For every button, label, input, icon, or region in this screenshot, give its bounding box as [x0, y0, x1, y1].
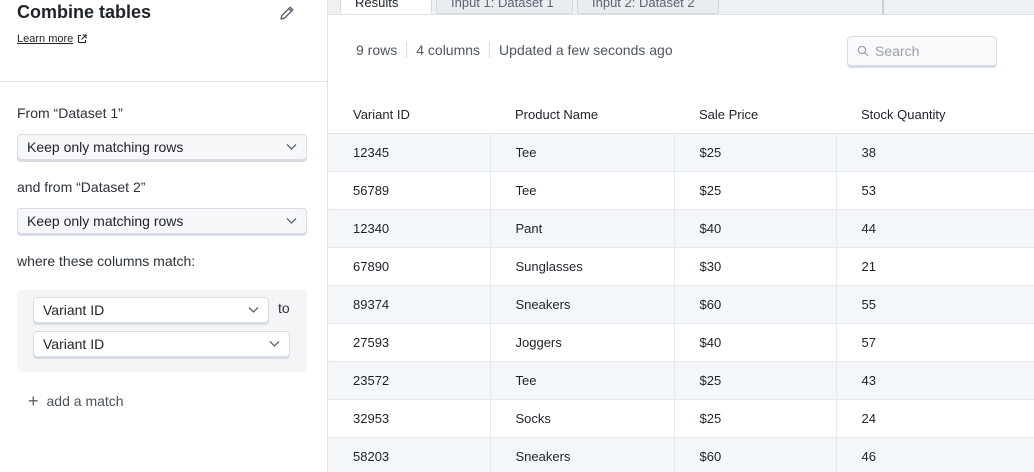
dataset-1-join-select[interactable]: Keep only matching rows: [17, 134, 307, 160]
table-cell: 89374: [328, 285, 490, 324]
table-cell: $40: [673, 323, 836, 362]
chevron-down-icon: [269, 341, 280, 347]
right-match-column-select[interactable]: Variant ID: [33, 331, 290, 357]
learn-more-link[interactable]: Learn more: [17, 33, 87, 45]
table-cell: 38: [835, 133, 1034, 172]
column-header[interactable]: Sale Price: [674, 96, 836, 134]
external-link-icon: [78, 34, 87, 44]
table-cell: 44: [835, 209, 1034, 248]
table-row: 56789 Tee $25 53: [328, 171, 1034, 210]
panel-header: Combine tables Learn more: [0, 0, 327, 82]
table-cell: 46: [835, 437, 1034, 472]
search-input[interactable]: [875, 43, 985, 59]
match-to-label: to: [278, 300, 290, 316]
updated-status: Updated a few seconds ago: [499, 42, 673, 58]
table-cell: Joggers: [489, 323, 674, 362]
table-row: 12340 Pant $40 44: [328, 209, 1034, 248]
table-cell: 23572: [328, 361, 490, 400]
learn-more-label: Learn more: [17, 33, 74, 45]
column-header[interactable]: Stock Quantity: [836, 96, 1034, 134]
table-cell: $40: [673, 209, 836, 248]
table-cell: 58203: [328, 437, 490, 472]
table-row: 58203 Sneakers $60 46: [328, 437, 1034, 472]
table-cell: $25: [673, 361, 836, 400]
add-match-label: add a match: [46, 393, 124, 409]
chevron-down-icon: [286, 144, 297, 150]
chevron-down-icon: [248, 307, 259, 313]
results-panel: Results Input 1: Dataset 1 Input 2: Data…: [328, 0, 1034, 472]
table-cell: $25: [673, 399, 836, 438]
from-dataset-2-label: and from “Dataset 2”: [17, 179, 146, 195]
table-cell: 27593: [328, 323, 490, 362]
search-icon: [857, 45, 869, 57]
table-cell: Tee: [489, 171, 674, 210]
table-row: 27593 Joggers $40 57: [328, 323, 1034, 362]
table-cell: 56789: [328, 171, 490, 210]
table-cell: 53: [835, 171, 1034, 210]
pencil-icon[interactable]: [278, 4, 296, 22]
tab-input-2-label: Input 2: Dataset 2: [592, 0, 695, 10]
chevron-down-icon: [286, 218, 297, 224]
panel-title: Combine tables: [17, 2, 152, 22]
tab-input-1[interactable]: Input 1: Dataset 1: [436, 0, 573, 14]
table-cell: Sunglasses: [489, 247, 674, 286]
table-cell: Tee: [489, 133, 674, 172]
tab-results-label: Results: [355, 0, 399, 10]
table-cell: $25: [673, 171, 836, 210]
table-cell: 12345: [328, 133, 490, 172]
table-cell: 12340: [328, 209, 490, 248]
table-cell: $60: [673, 285, 836, 324]
add-match-button[interactable]: + add a match: [28, 391, 124, 411]
tab-input-1-label: Input 1: Dataset 1: [451, 0, 554, 10]
table-cell: 32953: [328, 399, 490, 438]
table-cell: $60: [673, 437, 836, 472]
dataset-1-join-value: Keep only matching rows: [27, 139, 184, 155]
table-cell: 57: [835, 323, 1034, 362]
table-cell: 43: [835, 361, 1034, 400]
table-cell: Sneakers: [489, 285, 674, 324]
table-cell: Socks: [489, 399, 674, 438]
dataset-2-join-select[interactable]: Keep only matching rows: [17, 208, 307, 234]
tab-divider: [882, 0, 884, 15]
divider: [489, 42, 491, 58]
column-count: 4 columns: [416, 42, 481, 58]
table-cell: 24: [835, 399, 1034, 438]
left-match-column-select[interactable]: Variant ID: [33, 297, 269, 323]
table-header-row: Variant ID Product Name Sale Price Stock…: [328, 96, 1034, 134]
tab-bar: Results Input 1: Dataset 1 Input 2: Data…: [328, 0, 1034, 15]
table-cell: 67890: [328, 247, 490, 286]
table-row: 12345 Tee $25 38: [328, 133, 1034, 172]
table-row: 89374 Sneakers $60 55: [328, 285, 1034, 324]
table-cell: 21: [835, 247, 1034, 286]
left-match-column-value: Variant ID: [43, 302, 105, 318]
column-header[interactable]: Variant ID: [328, 96, 490, 134]
table-row: 67890 Sunglasses $30 21: [328, 247, 1034, 286]
plus-icon: +: [28, 391, 39, 411]
table-cell: $25: [673, 133, 836, 172]
column-header[interactable]: Product Name: [490, 96, 674, 134]
table-row: 23572 Tee $25 43: [328, 361, 1034, 400]
table-cell: Pant: [489, 209, 674, 248]
divider: [406, 42, 408, 58]
row-count: 9 rows: [356, 42, 398, 58]
config-panel: Combine tables Learn more From “Dataset …: [0, 0, 328, 472]
tab-results[interactable]: Results: [340, 0, 432, 14]
match-columns-label: where these columns match:: [17, 253, 196, 269]
table-cell: Sneakers: [489, 437, 674, 472]
search-box[interactable]: [847, 36, 997, 66]
results-table: Variant ID Product Name Sale Price Stock…: [328, 96, 1034, 472]
table-cell: 55: [835, 285, 1034, 324]
result-summary: 9 rows 4 columns Updated a few seconds a…: [356, 42, 673, 58]
tab-input-2[interactable]: Input 2: Dataset 2: [577, 0, 719, 14]
table-cell: $30: [673, 247, 836, 286]
table-row: 32953 Socks $25 24: [328, 399, 1034, 438]
from-dataset-1-label: From “Dataset 1”: [17, 105, 123, 121]
dataset-2-join-value: Keep only matching rows: [27, 213, 184, 229]
table-cell: Tee: [489, 361, 674, 400]
right-match-column-value: Variant ID: [43, 336, 105, 352]
